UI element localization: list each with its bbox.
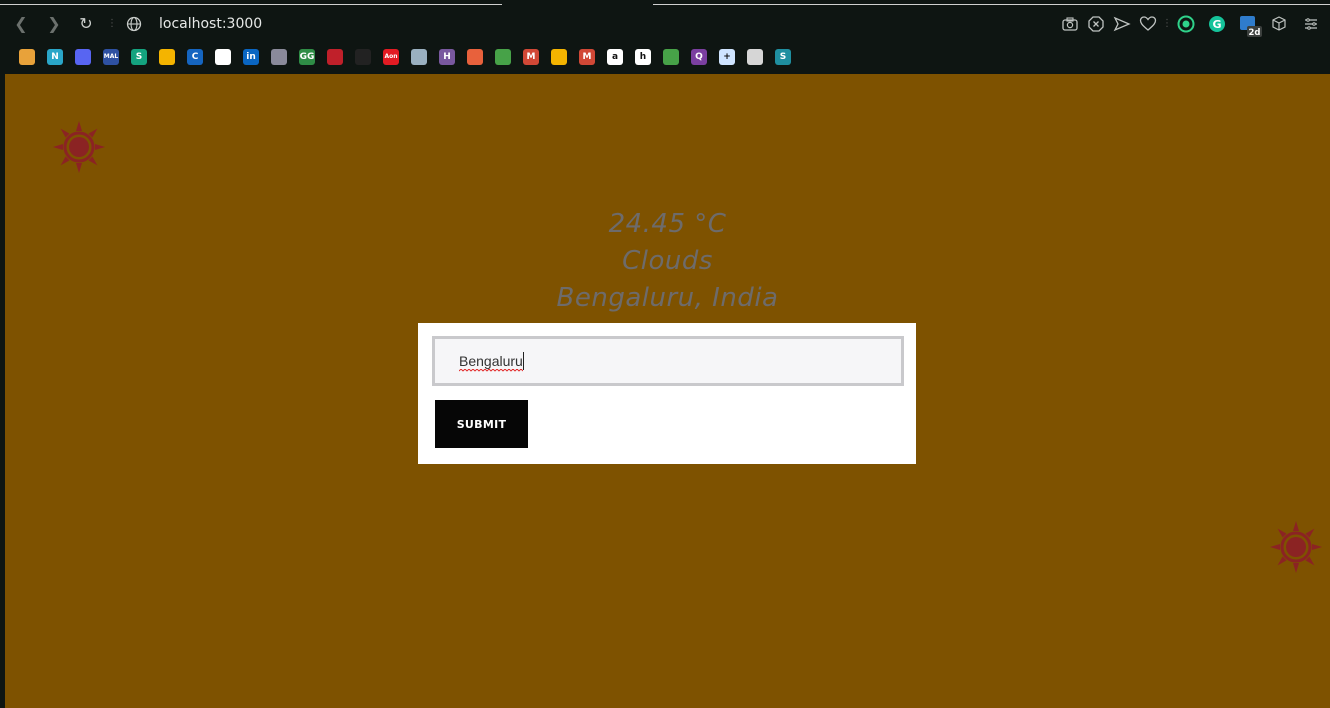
bookmark-mal-icon[interactable]: MAL: [103, 49, 119, 65]
bookmark-gmail-1-icon[interactable]: M: [523, 49, 539, 65]
grammarly-icon[interactable]: G: [1208, 15, 1226, 33]
extension-badge-text: 2d: [1249, 28, 1261, 38]
bookmark-geeksforgeeks-icon[interactable]: GG: [299, 49, 315, 65]
tab-divider: [0, 4, 502, 5]
divider-dots: ⋮: [1162, 18, 1172, 29]
bookmark-linkedin-icon[interactable]: in: [243, 49, 259, 65]
bookmark-amazon-icon[interactable]: a: [607, 49, 623, 65]
bookmark-drive-icon[interactable]: [159, 49, 175, 65]
menu-icon[interactable]: [1302, 15, 1320, 33]
condition-text: Clouds: [622, 246, 713, 276]
svg-text:G: G: [1212, 18, 1221, 31]
bookmark-aon-icon[interactable]: Aon: [383, 49, 399, 65]
text-caret: [523, 352, 524, 370]
location-text: Bengaluru, India: [556, 283, 779, 313]
bookmark-plus-icon[interactable]: +: [719, 49, 735, 65]
bookmark-hackerrank-icon[interactable]: h: [635, 49, 651, 65]
bookmark-notion-n-icon[interactable]: N: [47, 49, 63, 65]
bookmark-image-icon[interactable]: [747, 49, 763, 65]
send-icon[interactable]: [1113, 15, 1131, 33]
bookmark-red-book-icon[interactable]: [327, 49, 343, 65]
bookmark-drive-2-icon[interactable]: [551, 49, 567, 65]
bookmark-s-teal-icon[interactable]: S: [775, 49, 791, 65]
browser-toolbar: ❮ ❯ ↻ ⋮ localhost:3000 ⋮ G 2d: [0, 6, 1330, 42]
tab-divider: [653, 4, 1330, 5]
ring-extension-icon[interactable]: [1177, 15, 1195, 33]
bookmark-gmail-2-icon[interactable]: M: [579, 49, 595, 65]
bookmark-castle-icon[interactable]: [271, 49, 287, 65]
bookmark-purple-q-icon[interactable]: Q: [691, 49, 707, 65]
divider-dots: ⋮: [107, 18, 117, 29]
cube-icon[interactable]: [1270, 15, 1288, 33]
bookmark-store-icon[interactable]: [19, 49, 35, 65]
back-icon[interactable]: ❮: [10, 13, 32, 35]
bookmarks-bar: N MAL S Cin GG Aon H M Ma h Q + S: [0, 42, 1330, 74]
site-info-icon[interactable]: [126, 16, 142, 32]
heart-icon[interactable]: [1139, 15, 1157, 33]
page-viewport: 24.45 °C Clouds Bengaluru, India SUBMIT: [5, 74, 1330, 708]
bookmark-mountain-icon[interactable]: [411, 49, 427, 65]
temperature-text: 24.45 °C: [608, 209, 727, 239]
bookmark-s-green-icon[interactable]: S: [131, 49, 147, 65]
extension-badge-icon[interactable]: 2d: [1239, 14, 1263, 38]
city-input[interactable]: [432, 336, 904, 386]
bookmark-clock-icon[interactable]: [467, 49, 483, 65]
bookmark-discord-icon[interactable]: [75, 49, 91, 65]
bookmark-github-icon[interactable]: [215, 49, 231, 65]
sun-icon: [1270, 521, 1322, 573]
ad-block-icon[interactable]: [1087, 15, 1105, 33]
reload-icon[interactable]: ↻: [75, 13, 97, 35]
spellcheck-underline: [459, 369, 523, 372]
bookmark-black-horse-icon[interactable]: [355, 49, 371, 65]
forward-icon[interactable]: ❯: [43, 13, 65, 35]
bookmark-mongodb-2-icon[interactable]: [663, 49, 679, 65]
screenshot-icon[interactable]: [1061, 15, 1079, 33]
bookmark-heroku-icon[interactable]: H: [439, 49, 455, 65]
bookmark-c-blue-icon[interactable]: C: [187, 49, 203, 65]
search-form: SUBMIT: [418, 323, 916, 464]
address-bar[interactable]: localhost:3000: [159, 15, 262, 33]
bookmark-mongodb-icon[interactable]: [495, 49, 511, 65]
submit-button[interactable]: SUBMIT: [435, 400, 528, 448]
sun-icon: [53, 121, 105, 173]
